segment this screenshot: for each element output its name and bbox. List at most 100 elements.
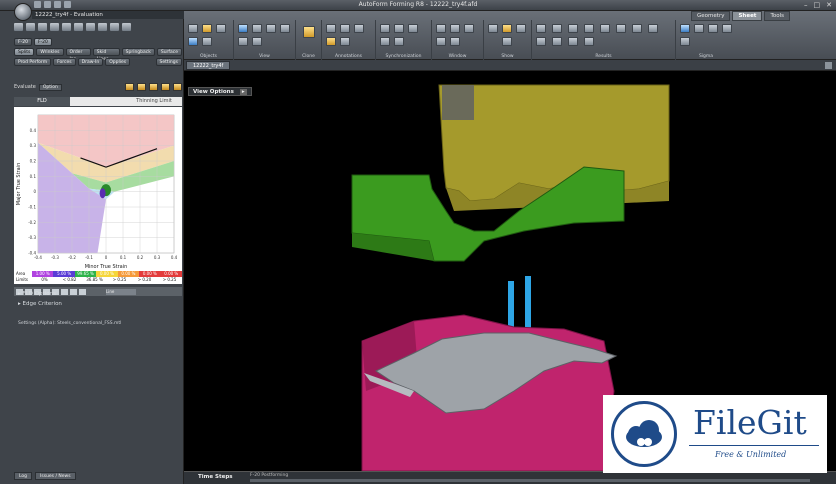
settings-icon[interactable]	[173, 83, 182, 91]
play-icon[interactable]	[708, 24, 718, 33]
time-steps-label[interactable]: Time Steps	[198, 474, 233, 480]
tool-icon[interactable]	[79, 288, 86, 295]
object-icon[interactable]	[202, 37, 212, 46]
window-icon[interactable]	[450, 37, 460, 46]
window-icon[interactable]	[436, 37, 446, 46]
result-icon[interactable]	[536, 37, 546, 46]
window-icon[interactable]	[450, 24, 460, 33]
result-pill[interactable]: Skid Lines	[92, 48, 120, 62]
sync-icon[interactable]	[380, 37, 390, 46]
annotation-icon[interactable]	[354, 24, 364, 33]
result-pill[interactable]: Forces	[53, 58, 76, 66]
tool-icon[interactable]	[26, 22, 35, 31]
window-icon[interactable]	[436, 24, 446, 33]
step-pill[interactable]: F-20	[33, 38, 52, 46]
evaluate-select[interactable]: Option	[38, 83, 62, 91]
view-icon[interactable]	[280, 24, 290, 33]
tool-icon[interactable]	[98, 22, 107, 31]
result-icon[interactable]	[568, 37, 578, 46]
result-pill[interactable]: Draw-In	[77, 58, 104, 66]
export-icon[interactable]	[149, 83, 158, 91]
tool-icon[interactable]	[122, 22, 131, 31]
show-icon[interactable]	[516, 24, 526, 33]
show-icon[interactable]	[502, 37, 512, 46]
result-icon[interactable]	[616, 24, 626, 33]
tab-log[interactable]: Log	[14, 472, 33, 480]
print-icon[interactable]	[161, 83, 170, 91]
result-pill[interactable]: Opplies	[105, 58, 131, 66]
sigma-icon[interactable]	[722, 24, 732, 33]
app-menu-orb[interactable]	[14, 3, 32, 21]
close-button[interactable]: ✕	[826, 1, 832, 9]
tool-icon[interactable]	[38, 22, 47, 31]
step-pill[interactable]: F-20	[14, 38, 32, 46]
folder-icon[interactable]	[137, 83, 146, 91]
window-icon[interactable]	[464, 24, 474, 33]
result-icon[interactable]	[568, 24, 578, 33]
sigma-icon[interactable]	[680, 24, 690, 33]
close-document-icon[interactable]	[825, 62, 832, 69]
sync-icon[interactable]	[394, 24, 404, 33]
result-icon[interactable]	[584, 37, 594, 46]
result-pill[interactable]: Springback	[121, 48, 155, 56]
result-icon[interactable]	[536, 24, 546, 33]
object-icon[interactable]	[202, 24, 212, 33]
sync-icon[interactable]	[380, 24, 390, 33]
tree-edge-criterion[interactable]: ▸ Edge Criterion	[18, 301, 62, 307]
tool-icon[interactable]	[74, 22, 83, 31]
result-icon[interactable]	[600, 24, 610, 33]
object-icon[interactable]	[188, 24, 198, 33]
annotation-icon[interactable]	[326, 24, 336, 33]
tab-thinning-limit[interactable]: Thinning Limit	[126, 97, 182, 106]
tool-icon[interactable]	[86, 22, 95, 31]
result-pill[interactable]: Settings	[155, 58, 182, 66]
tab-issues[interactable]: Issues / News	[35, 472, 76, 480]
show-icon[interactable]	[502, 24, 512, 33]
tool-icon[interactable]	[61, 288, 68, 295]
minimize-button[interactable]: –	[804, 1, 808, 9]
sigma-icon[interactable]	[694, 24, 704, 33]
sync-icon[interactable]	[394, 37, 404, 46]
view-options-button[interactable]: View Options ▸	[188, 87, 252, 96]
result-icon[interactable]	[632, 24, 642, 33]
tab-fld[interactable]: FLD	[14, 97, 70, 106]
tree-fld-options[interactable]: ▸ FLD Options	[18, 291, 56, 297]
clone-icon[interactable]	[303, 26, 315, 38]
tool-icon[interactable]	[14, 22, 23, 31]
result-pill[interactable]: Order Ins	[65, 48, 91, 62]
show-icon[interactable]	[488, 24, 498, 33]
view-icon[interactable]	[238, 24, 248, 33]
view-icon[interactable]	[252, 37, 262, 46]
annotation-icon[interactable]	[340, 37, 350, 46]
annotation-icon[interactable]	[326, 37, 336, 46]
tool-icon[interactable]	[50, 22, 59, 31]
result-icon[interactable]	[552, 37, 562, 46]
tab-sheet[interactable]: Sheet	[732, 11, 763, 21]
tool-icon[interactable]	[110, 22, 119, 31]
group-annotations: Annotations	[322, 20, 376, 60]
tool-icon[interactable]	[70, 288, 77, 295]
view-icon[interactable]	[266, 24, 276, 33]
object-icon[interactable]	[216, 24, 226, 33]
tab-tools[interactable]: Tools	[764, 11, 790, 21]
document-tab[interactable]: 12222_try4f	[186, 61, 231, 70]
result-icon[interactable]	[552, 24, 562, 33]
result-pill[interactable]: Splits	[14, 48, 35, 56]
sync-icon[interactable]	[408, 24, 418, 33]
annotation-icon[interactable]	[340, 24, 350, 33]
result-pill[interactable]: Prod Perform	[14, 58, 52, 66]
line-select[interactable]: Line	[106, 288, 136, 295]
result-icon[interactable]	[584, 24, 594, 33]
object-icon[interactable]	[188, 37, 198, 46]
result-pill[interactable]: Wrinkles	[36, 48, 64, 56]
result-icon[interactable]	[648, 24, 658, 33]
view-icon[interactable]	[238, 37, 248, 46]
time-slider[interactable]	[250, 479, 810, 482]
view-icon[interactable]	[252, 24, 262, 33]
sigma-icon[interactable]	[680, 37, 690, 46]
folder-icon[interactable]	[125, 83, 134, 91]
tab-blank[interactable]	[70, 97, 126, 106]
tool-icon[interactable]	[62, 22, 71, 31]
result-pill[interactable]: Surface	[156, 48, 182, 56]
maximize-button[interactable]: □	[814, 1, 821, 9]
